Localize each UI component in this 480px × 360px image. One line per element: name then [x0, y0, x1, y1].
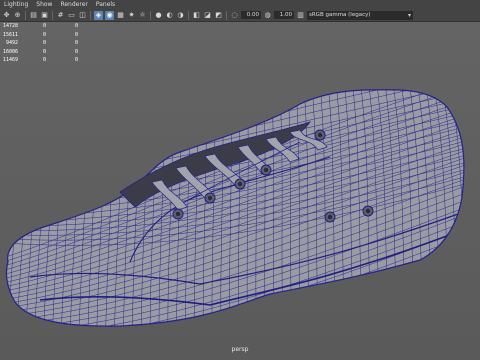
wire-column-line	[470, 62, 480, 342]
color-space-dropdown[interactable]: sRGB gamma (legacy) ▾	[307, 10, 413, 20]
camera-attributes-icon[interactable]: ⊕	[13, 11, 22, 20]
eyelet-hole	[365, 208, 371, 214]
eyelet-hole	[263, 167, 269, 173]
menu-lighting[interactable]: Lighting	[0, 0, 32, 9]
motion-blur-icon[interactable]: ◐	[165, 11, 174, 20]
toolbar-separator	[188, 10, 189, 20]
maya-viewport-window: Lighting Show Renderer Panels ✥ ⊕ ▤ ▣ # …	[0, 0, 480, 360]
hud-row: 14728 0 0	[2, 23, 78, 29]
wireframe-on-shaded-icon[interactable]: ◈	[94, 10, 103, 20]
menu-show[interactable]: Show	[32, 0, 56, 9]
toolbar-separator	[90, 10, 91, 20]
anti-aliasing-icon[interactable]: ◑	[176, 11, 185, 20]
eyelet-hole	[175, 211, 181, 217]
exposure-icon[interactable]: ◌	[230, 11, 239, 20]
textured-icon[interactable]: ▦	[116, 11, 125, 20]
menu-panels[interactable]: Panels	[92, 0, 119, 9]
ambient-occlusion-icon[interactable]: ●	[154, 11, 163, 20]
panel-toolbar: ✥ ⊕ ▤ ▣ # ▭ ◫ ◈ ◉ ▦ ✷ ☼ ● ◐ ◑ ◧ ◪ ◩ ◌ 0.…	[0, 9, 480, 22]
eyelet-hole	[317, 132, 323, 138]
shoe-wireframe-model[interactable]	[0, 22, 480, 360]
lights-icon[interactable]: ✷	[127, 11, 136, 20]
hud-row: 16006 0 0	[2, 48, 78, 55]
hud-row: 9492 0 0	[5, 40, 78, 46]
image-plane-icon[interactable]: ▣	[40, 11, 49, 20]
smooth-shade-icon[interactable]: ◉	[105, 10, 114, 20]
color-management-icon[interactable]: ▥	[296, 11, 305, 20]
chevron-down-icon: ▾	[407, 11, 411, 19]
eyelet-hole	[327, 214, 333, 220]
panel-menubar: Lighting Show Renderer Panels	[0, 0, 480, 9]
toolbar-separator	[52, 10, 53, 20]
xray-icon[interactable]: ◪	[203, 11, 212, 20]
hud-row: 11469 0 0	[2, 57, 78, 63]
eyelet-hole	[237, 181, 243, 187]
film-gate-icon[interactable]: ▭	[67, 11, 76, 20]
resolution-gate-icon[interactable]: ◫	[78, 11, 87, 20]
xray-joints-icon[interactable]: ◩	[214, 11, 223, 20]
shoe-body	[5, 89, 465, 327]
hud-row: 15611 0 0	[2, 31, 78, 38]
bookmark-icon[interactable]: ▤	[29, 11, 38, 20]
wire-column-line	[461, 89, 464, 327]
wire-column-line	[0, 62, 6, 342]
color-space-value: sRGB gamma (legacy)	[309, 11, 371, 18]
camera-name-label: persp	[231, 346, 249, 353]
grid-icon[interactable]: #	[56, 11, 65, 20]
isolate-select-icon[interactable]: ◧	[192, 11, 201, 20]
toolbar-separator	[226, 10, 227, 20]
select-camera-icon[interactable]: ✥	[2, 11, 11, 20]
toolbar-separator	[25, 10, 26, 20]
exposure-field[interactable]: 0.00	[241, 11, 261, 19]
gamma-icon[interactable]: ◍	[263, 11, 272, 20]
gamma-field[interactable]: 1.00	[274, 11, 294, 19]
shadows-icon[interactable]: ☼	[138, 11, 147, 20]
eyelet-hole	[207, 195, 213, 201]
heads-up-display: 14728 0 0 15611 0 0 9492 0 0 16006 0 0 11469 0 0	[0, 22, 78, 65]
wire-column-line	[6, 89, 15, 327]
toolbar-separator	[150, 10, 151, 20]
menu-renderer[interactable]: Renderer	[56, 0, 91, 9]
